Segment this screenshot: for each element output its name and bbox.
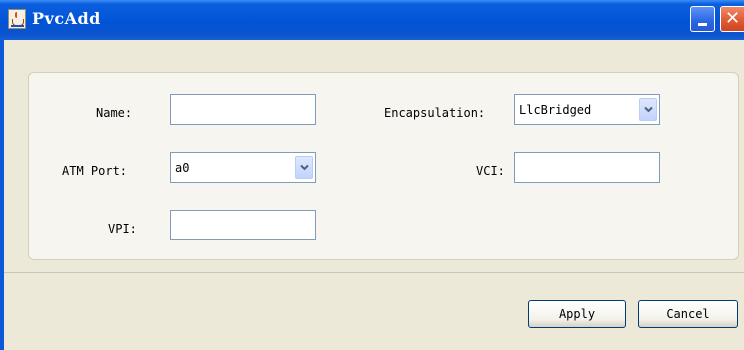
atm-port-value: a0 [175, 161, 190, 175]
java-cup-icon [8, 9, 26, 29]
encapsulation-value: LlcBridged [519, 103, 592, 117]
encapsulation-label: Encapsulation: [384, 106, 486, 120]
name-label: Name: [96, 106, 133, 120]
cancel-button[interactable]: Cancel [638, 300, 738, 328]
atm-port-label: ATM Port: [62, 164, 128, 178]
close-icon: ✕ [724, 8, 741, 29]
window-title: PvcAdd [32, 9, 101, 28]
chevron-down-icon [300, 164, 309, 171]
encapsulation-select[interactable]: LlcBridged [514, 94, 660, 125]
vpi-label: VPI: [108, 222, 137, 236]
name-input[interactable] [170, 94, 316, 125]
chevron-down-icon [644, 106, 653, 113]
apply-button[interactable]: Apply [528, 300, 626, 328]
close-button[interactable]: ✕ [720, 6, 744, 32]
title-bar[interactable]: PvcAdd ✕ [0, 0, 744, 40]
vpi-input[interactable] [170, 210, 316, 240]
vci-input[interactable] [514, 152, 660, 183]
pvcadd-dialog: PvcAdd ✕ Name: ATM Port: a0 VPI: Encapsu… [0, 0, 744, 350]
atm-port-dropdown-button[interactable] [295, 156, 313, 179]
minimize-icon [698, 23, 707, 26]
atm-port-select[interactable]: a0 [170, 152, 316, 183]
vci-label: VCI: [476, 164, 505, 178]
encapsulation-dropdown-button[interactable] [639, 98, 657, 121]
minimize-button[interactable] [690, 6, 715, 32]
separator [4, 272, 744, 273]
